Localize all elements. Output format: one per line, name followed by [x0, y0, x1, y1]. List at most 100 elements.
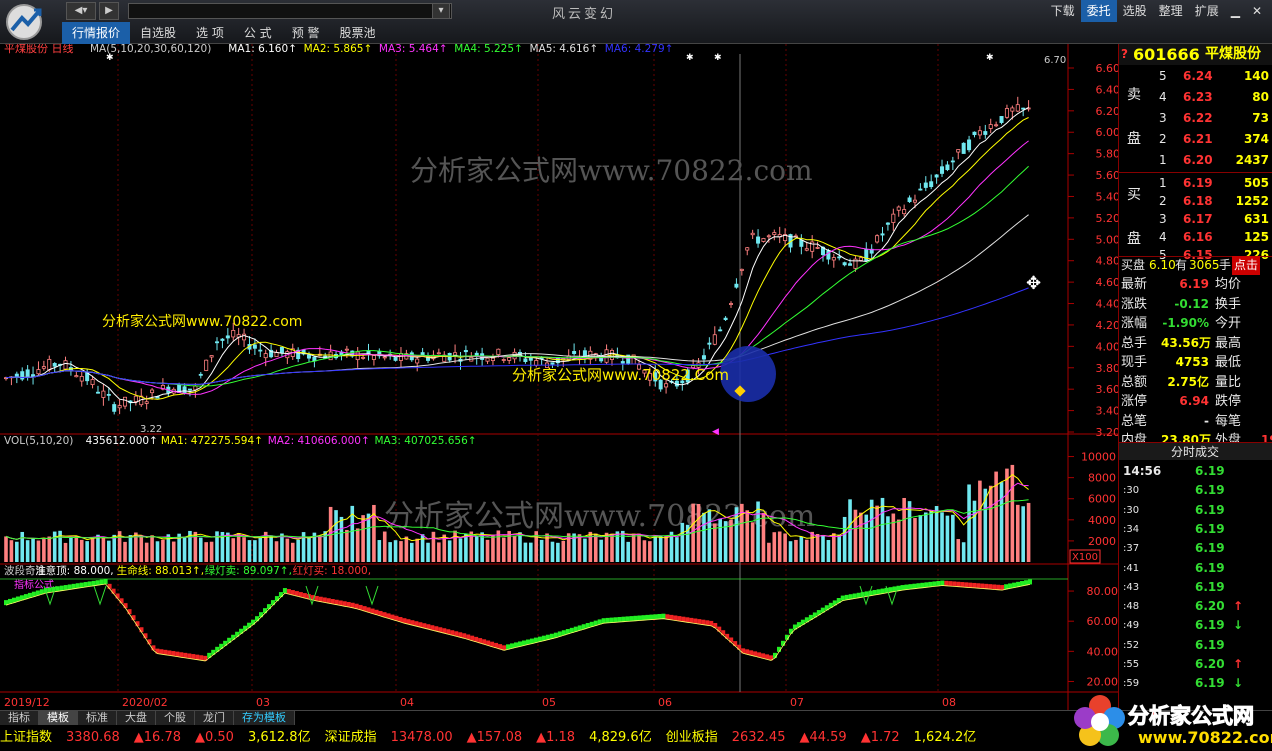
ind-block	[529, 638, 534, 644]
watermark-3: 分析家公式网www.70822.com	[384, 499, 815, 534]
ind-block	[338, 600, 343, 606]
ind-block	[613, 617, 618, 623]
vol_line-1: 435612.000↑	[86, 435, 158, 447]
ind-block	[518, 641, 522, 647]
bottom-tab-1[interactable]: 模板	[39, 711, 78, 725]
ind-block	[115, 593, 120, 599]
ask-volume: 80	[1252, 90, 1269, 104]
candle-body	[620, 361, 625, 364]
candle-body	[279, 346, 284, 354]
back-button[interactable]: ◀▾	[66, 2, 96, 20]
ind-block	[286, 589, 291, 595]
volume-bar	[226, 532, 230, 562]
candle-body	[79, 375, 84, 382]
tick-row: :30 6.19	[1119, 481, 1272, 500]
stat-label-2: 量比	[1215, 374, 1242, 390]
app-logo-icon[interactable]	[2, 2, 58, 42]
menu-2[interactable]: 选股	[1117, 0, 1153, 22]
price-tick: 3.20	[1096, 426, 1119, 439]
ind-block	[350, 602, 355, 608]
bottom-tab-5[interactable]: 龙门	[195, 711, 234, 725]
candle-body	[101, 390, 106, 398]
tab-4[interactable]: 预 警	[282, 22, 330, 44]
close-icon[interactable]: ✕	[1246, 0, 1268, 22]
tab-3[interactable]: 公 式	[234, 22, 282, 44]
volume-bar	[788, 541, 793, 562]
candle-body	[994, 124, 999, 127]
tab-1[interactable]: 自选股	[130, 22, 186, 44]
star-icon: ✱	[106, 53, 114, 63]
ask-row: 5 6.24 140	[1119, 66, 1272, 87]
dropdown-arrow-icon[interactable]: ▾	[432, 3, 450, 19]
candle-body	[252, 344, 257, 349]
tick-time: :30	[1123, 485, 1140, 497]
volume-bar	[345, 529, 349, 562]
volume-bar	[1026, 502, 1031, 562]
quote-header: ? 601666 平煤股份	[1119, 44, 1272, 65]
ind_line-2: 生命线: 88.013↑,	[117, 564, 204, 577]
ind-block	[661, 613, 666, 619]
volume-bar	[561, 540, 566, 562]
forward-button[interactable]: ▶	[99, 2, 119, 20]
stat-value: 2.75亿	[1167, 374, 1209, 389]
stat-row: 涨停 6.94 跌停	[1119, 392, 1272, 411]
vol-tick: 4000	[1088, 514, 1116, 527]
minimize-icon[interactable]: ▁	[1225, 0, 1246, 22]
menu-1[interactable]: 委托	[1080, 0, 1117, 22]
tick-time: 14:56	[1123, 464, 1162, 478]
top-toolbar: ◀▾ ▶ ▾ ⌂ 行情报价自选股选 项公 式预 警股票池 风云变幻 下载委托选股…	[0, 0, 1272, 44]
ind-block	[788, 628, 793, 634]
menu-0[interactable]: 下载	[1045, 0, 1081, 22]
menu-3[interactable]: 整理	[1153, 0, 1189, 22]
vol-unit: X100	[1072, 552, 1098, 563]
address-bar[interactable]	[128, 3, 452, 19]
candle-body	[664, 383, 669, 388]
bottom-tab-3[interactable]: 大盘	[117, 711, 156, 725]
candle-body	[182, 386, 187, 395]
bottom-tab-6[interactable]: 存为模板	[234, 711, 295, 725]
ind-block	[988, 584, 993, 590]
ind-block	[187, 653, 192, 659]
volume-bar	[804, 539, 809, 562]
volume-bar	[821, 535, 825, 562]
candle-body	[918, 188, 923, 191]
ind-block	[673, 615, 678, 621]
vol_line-0: VOL(5,10,20)	[4, 435, 73, 447]
menu-4[interactable]: 扩展	[1189, 0, 1225, 22]
volume-bar	[837, 534, 842, 562]
volume-bar	[680, 522, 685, 562]
ticker-item: 1,624.2亿	[913, 730, 977, 745]
ind-block	[458, 632, 463, 638]
volume-bar	[940, 512, 944, 562]
click-button[interactable]: 点击	[1232, 256, 1261, 275]
ind-block	[657, 613, 662, 619]
ind-tick: 20.00	[1087, 675, 1119, 688]
candle-body	[766, 235, 771, 238]
volume-bar	[869, 499, 874, 562]
stat-label-2: 均价	[1215, 277, 1242, 292]
ind-block	[326, 598, 331, 604]
bid-row: 4 6.16 125	[1119, 228, 1272, 246]
volume-bar	[161, 539, 165, 562]
tab-0[interactable]: 行情报价	[62, 22, 131, 44]
candle-body	[415, 358, 420, 364]
ind-block	[653, 614, 658, 620]
tab-5[interactable]: 股票池	[330, 22, 386, 44]
tab-2[interactable]: 选 项	[186, 22, 234, 44]
right-menu: 下载 委托 选股 整理 扩展 ▁ ✕	[1045, 0, 1268, 22]
ind-block	[123, 603, 128, 609]
bottom-tab-2[interactable]: 标准	[78, 711, 117, 725]
stat-label: 总笔	[1121, 413, 1148, 429]
volume-bar	[777, 531, 782, 562]
stat-row: 现手 4753 最低	[1119, 353, 1272, 372]
volume-bar	[485, 539, 490, 562]
ask-price: 6.23	[1183, 90, 1213, 104]
tick-price: 6.19	[1195, 637, 1225, 652]
ind-block	[290, 590, 295, 596]
bottom-tab-4[interactable]: 个股	[156, 711, 195, 725]
ind-block	[980, 583, 985, 589]
volume-bar	[139, 535, 144, 562]
bottom-tab-0[interactable]: 指标	[0, 711, 39, 725]
volume-bar	[642, 540, 647, 562]
kline-chart[interactable]: 6.60 6.40 6.20 6.00 5.80 5.60 5.40 5.20 5.00 4.80…	[0, 44, 1118, 710]
